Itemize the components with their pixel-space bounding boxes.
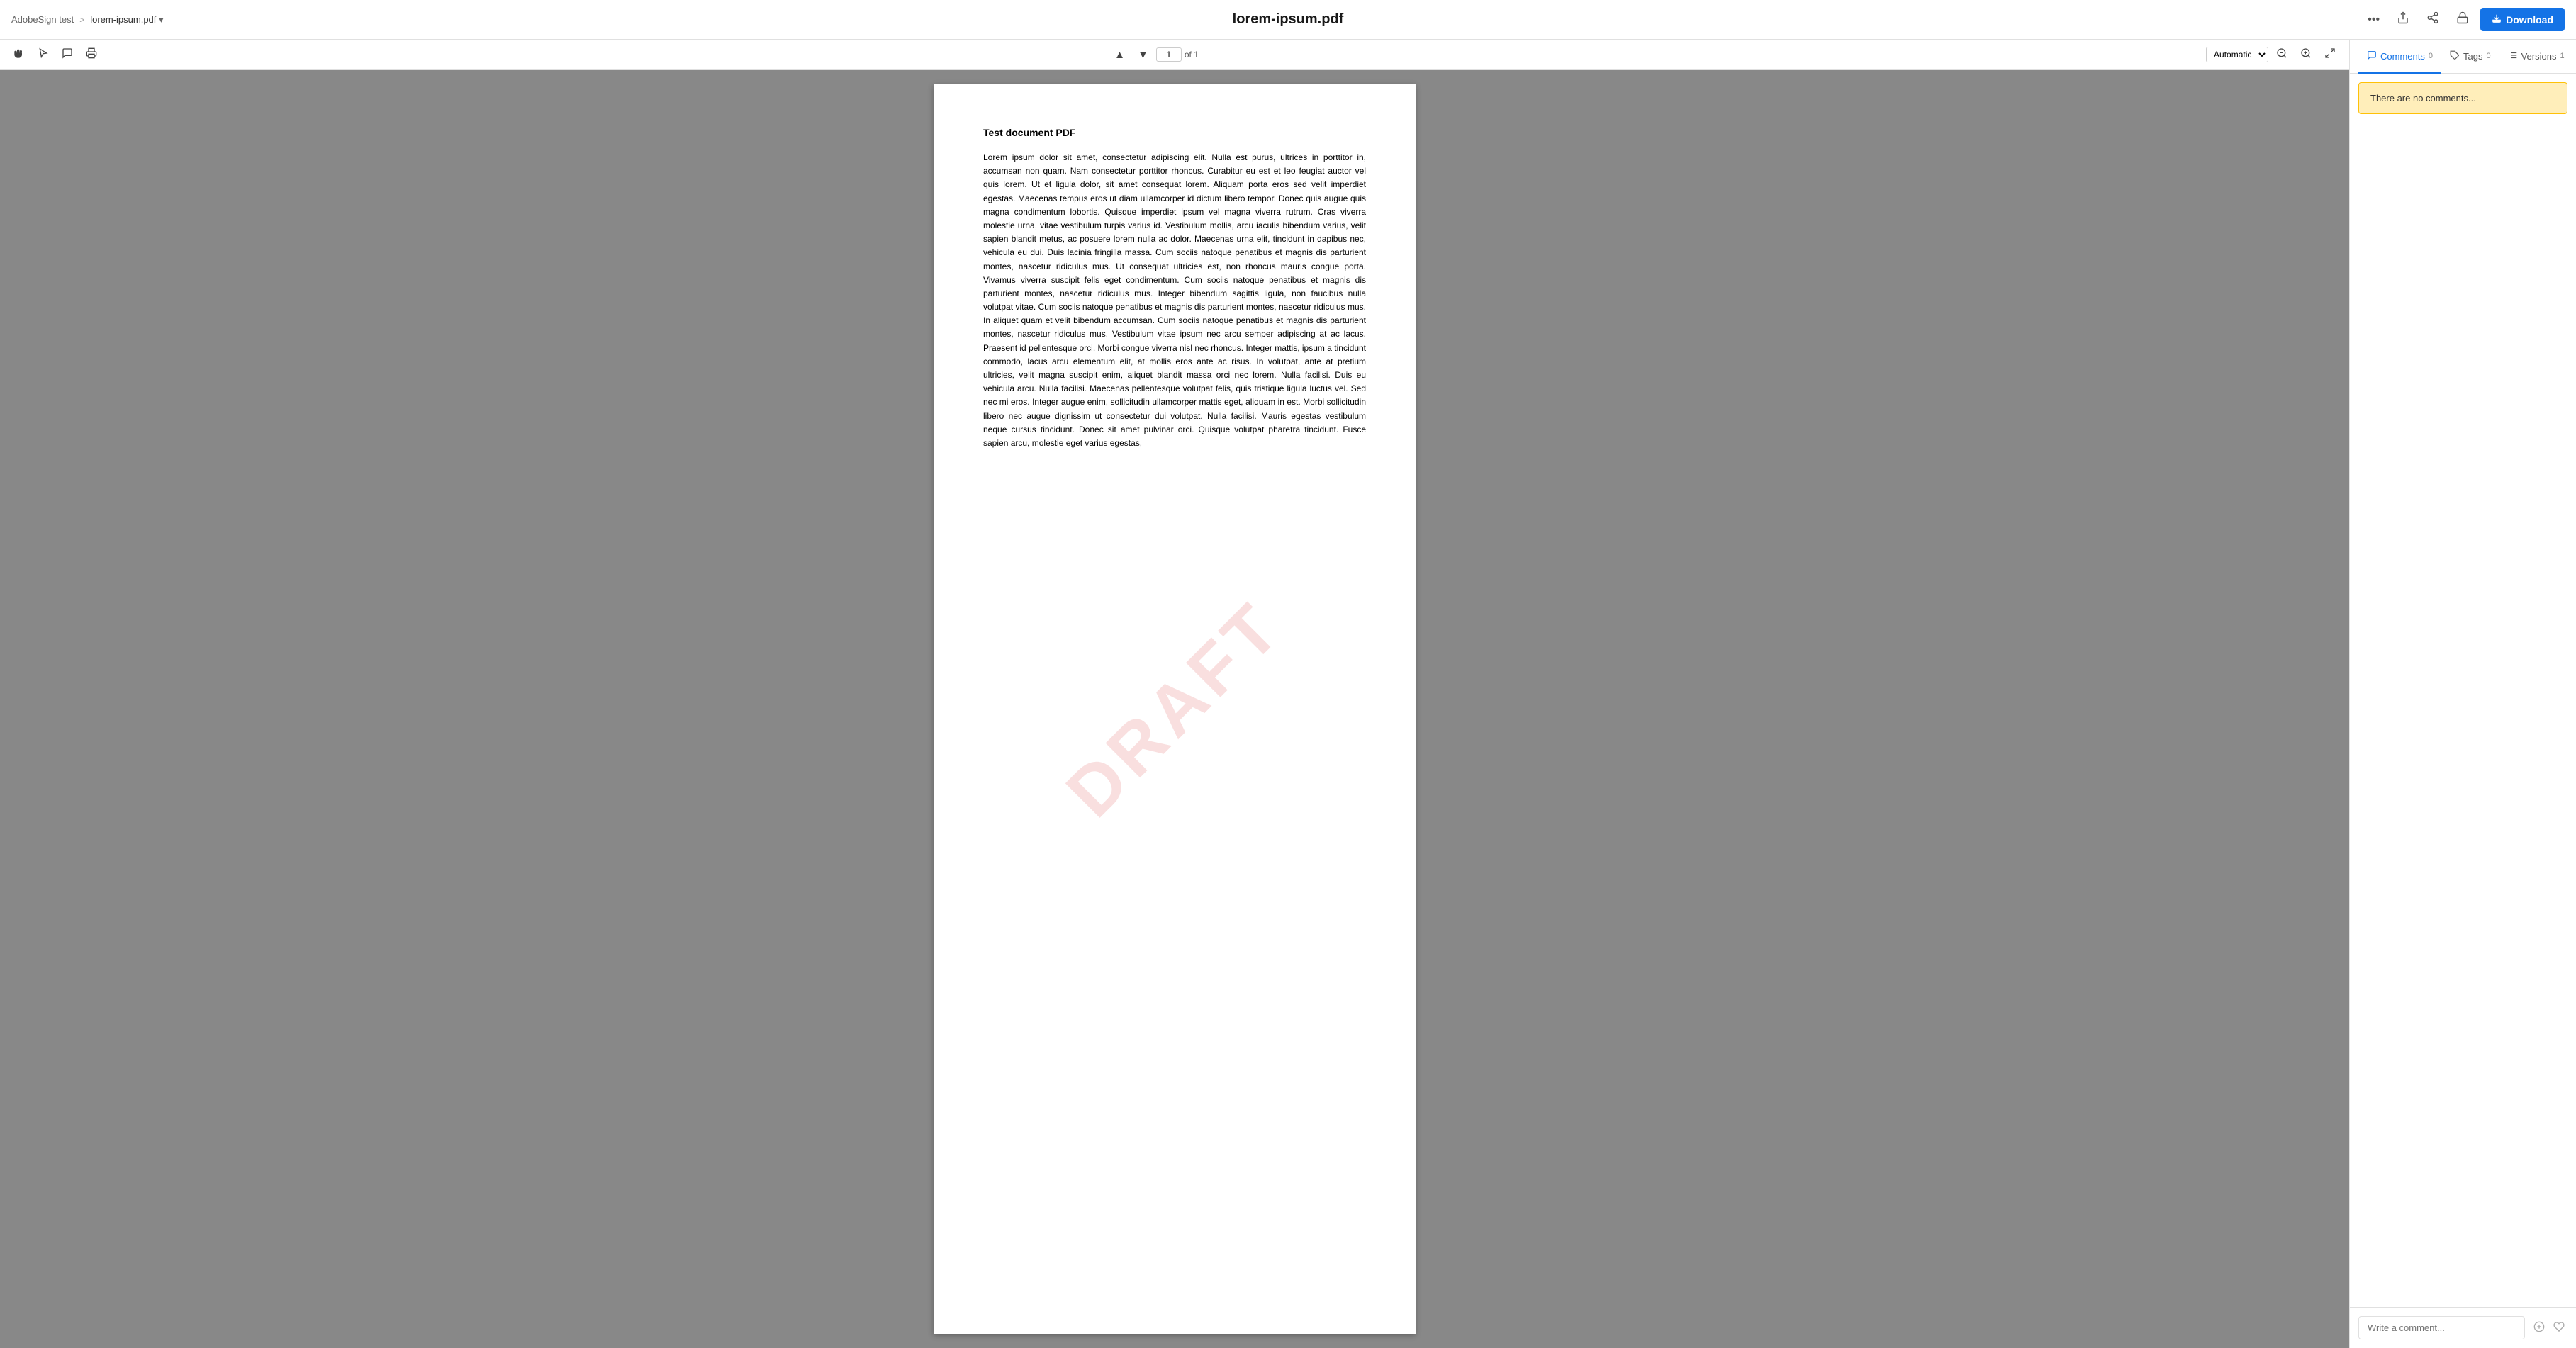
no-comments-banner: There are no comments... (2358, 82, 2567, 114)
page-navigation: ▲ ▼ of 1 (1109, 45, 1199, 64)
comment-action-2-icon (2553, 1321, 2565, 1335)
breadcrumb-file: lorem-ipsum.pdf ▾ (90, 14, 163, 25)
hand-tool-button[interactable] (9, 44, 30, 65)
chevron-down-icon[interactable]: ▾ (159, 15, 163, 25)
pdf-body-text: Lorem ipsum dolor sit amet, consectetur … (983, 151, 1366, 450)
versions-icon (2508, 50, 2518, 62)
print-tool-button[interactable] (81, 44, 102, 65)
page-number-input[interactable] (1156, 47, 1182, 62)
lock-icon (2456, 11, 2469, 28)
comments-icon (2367, 50, 2377, 62)
page-up-button[interactable]: ▲ (1109, 45, 1130, 64)
more-options-icon: ••• (2368, 13, 2380, 26)
main-area: ▲ ▼ of 1 Automatic 50% 75% 100% 125% 150… (0, 40, 2576, 1348)
comment-input-area (2350, 1307, 2576, 1348)
more-options-button[interactable]: ••• (2362, 9, 2385, 30)
top-header: AdobeSign test > lorem-ipsum.pdf ▾ lorem… (0, 0, 2576, 40)
tab-comments-badge: 0 (2429, 52, 2433, 60)
print-tool-icon (86, 47, 97, 62)
comment-action-1-icon (2533, 1321, 2545, 1335)
pdf-scroll-area[interactable]: DRAFT Test document PDF Lorem ipsum dolo… (0, 70, 2349, 1348)
breadcrumb-separator: > (79, 15, 84, 25)
annotation-tool-button[interactable] (57, 44, 78, 65)
tab-tags[interactable]: Tags 0 (2441, 40, 2499, 74)
pdf-page-title: Test document PDF (983, 127, 1366, 138)
select-tool-icon (38, 47, 49, 62)
lock-button[interactable] (2451, 7, 2475, 32)
page-total-label: of 1 (1185, 50, 1199, 60)
share-icon (2397, 11, 2409, 28)
page-title: lorem-ipsum.pdf (1233, 11, 1344, 27)
pdf-page: DRAFT Test document PDF Lorem ipsum dolo… (934, 84, 1416, 1334)
no-comments-text: There are no comments... (2370, 93, 2476, 103)
zoom-out-button[interactable] (2271, 44, 2292, 65)
comment-input[interactable] (2358, 1316, 2525, 1339)
tab-tags-badge: 0 (2486, 52, 2490, 60)
tab-comments-label: Comments (2380, 51, 2425, 62)
collaborate-icon (2426, 11, 2439, 28)
download-button[interactable]: Download (2480, 8, 2565, 31)
annotation-tool-icon (62, 47, 73, 62)
zoom-select[interactable]: Automatic 50% 75% 100% 125% 150% 200% (2206, 47, 2268, 62)
panel-more-button[interactable]: ⋯ (2573, 46, 2576, 67)
breadcrumb-filename[interactable]: lorem-ipsum.pdf (90, 14, 156, 25)
pdf-toolbar: ▲ ▼ of 1 Automatic 50% 75% 100% 125% 150… (0, 40, 2349, 70)
comment-action-1-button[interactable] (2531, 1318, 2548, 1337)
comments-section: There are no comments... (2350, 74, 2576, 1307)
zoom-in-button[interactable] (2295, 44, 2317, 65)
breadcrumb-app[interactable]: AdobeSign test (11, 14, 74, 25)
tab-versions-badge: 1 (2560, 52, 2564, 60)
right-panel-tabs: Comments 0 Tags 0 (2350, 40, 2576, 74)
download-label: Download (2506, 14, 2553, 26)
collaborate-button[interactable] (2421, 7, 2445, 32)
share-button[interactable] (2391, 7, 2415, 32)
zoom-out-icon (2276, 47, 2287, 62)
page-down-button[interactable]: ▼ (1133, 45, 1153, 64)
zoom-in-icon (2300, 47, 2312, 62)
tab-comments[interactable]: Comments 0 (2358, 40, 2441, 74)
pdf-viewer: ▲ ▼ of 1 Automatic 50% 75% 100% 125% 150… (0, 40, 2349, 1348)
comment-action-2-button[interactable] (2550, 1318, 2567, 1337)
tab-versions-label: Versions (2521, 51, 2557, 62)
tag-icon (2450, 50, 2460, 62)
header-left: AdobeSign test > lorem-ipsum.pdf ▾ (11, 14, 163, 25)
fit-page-icon (2324, 47, 2336, 62)
download-icon (2492, 13, 2502, 26)
comment-actions (2531, 1318, 2567, 1337)
tab-versions[interactable]: Versions 1 (2499, 40, 2573, 74)
header-right: ••• (2362, 7, 2565, 32)
hand-tool-icon (13, 47, 25, 62)
right-panel: Comments 0 Tags 0 (2349, 40, 2576, 1348)
select-tool-button[interactable] (33, 44, 54, 65)
tab-tags-label: Tags (2463, 51, 2482, 62)
pdf-watermark: DRAFT (1051, 585, 1298, 833)
fit-page-button[interactable] (2319, 44, 2341, 65)
